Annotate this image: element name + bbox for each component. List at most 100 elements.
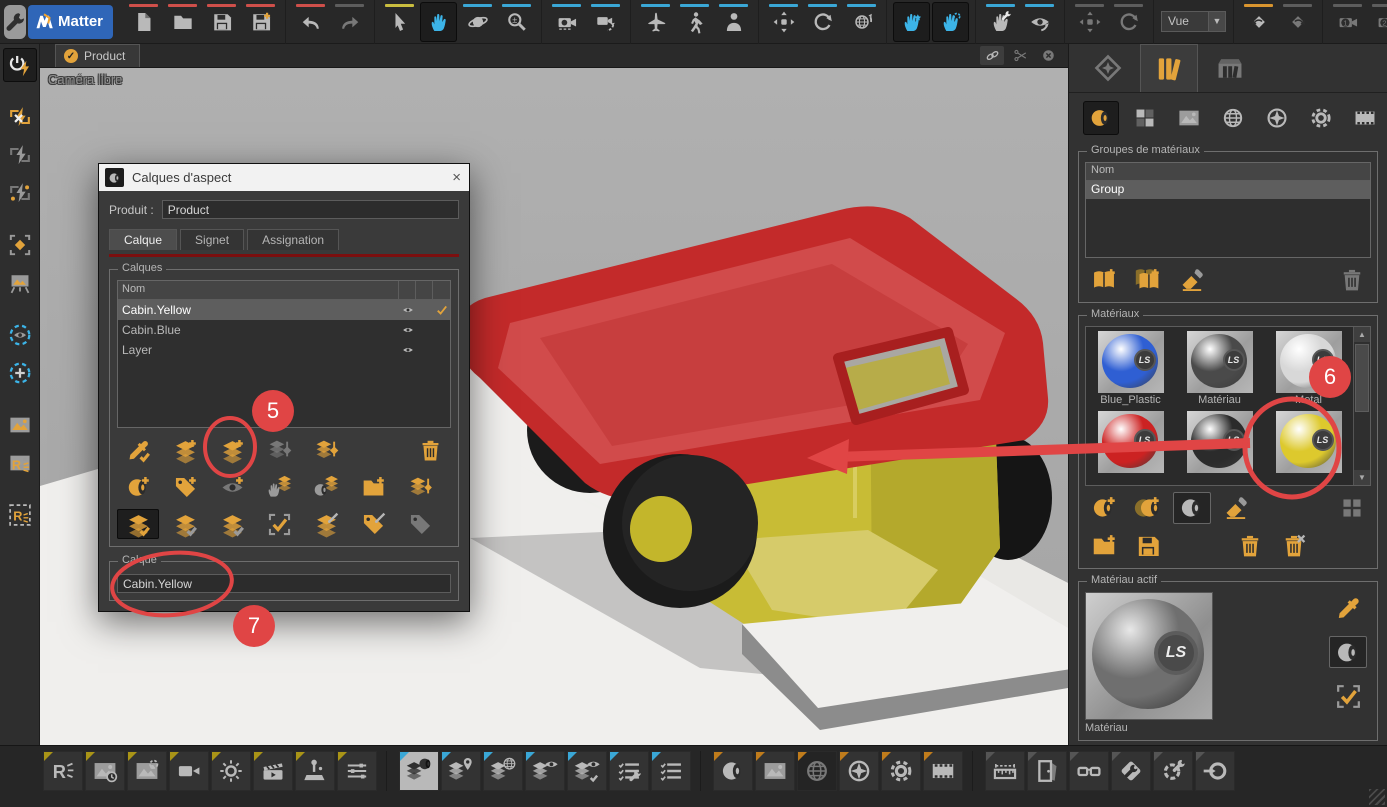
rotate-object-button[interactable] — [804, 2, 841, 42]
translate-object-button[interactable] — [765, 2, 802, 42]
apply-active-material-button[interactable] — [1329, 680, 1367, 712]
overlay-layers-button[interactable] — [567, 751, 607, 791]
layer-visibility-cell[interactable] — [399, 320, 416, 340]
scrollbar-thumb[interactable] — [1355, 344, 1369, 412]
layer-row[interactable]: Cabin.Yellow — [118, 300, 450, 320]
cat-advanced[interactable] — [1303, 101, 1339, 135]
settings-wrench-button[interactable] — [4, 5, 26, 39]
layer-folder-button[interactable] — [352, 472, 394, 502]
cat-materials[interactable] — [1083, 101, 1119, 135]
cat-compass[interactable] — [1259, 101, 1295, 135]
config-rules-button[interactable] — [609, 751, 649, 791]
orbit-tool-button[interactable] — [459, 2, 496, 42]
open-file-button[interactable] — [164, 2, 201, 42]
delete-group-button[interactable] — [1333, 264, 1371, 296]
render-region-button[interactable] — [3, 228, 37, 262]
translate-view-button[interactable] — [1071, 2, 1108, 42]
layer-to-config-button[interactable] — [399, 472, 441, 502]
new-file-button[interactable] — [125, 2, 162, 42]
rename-group-button[interactable] — [1173, 264, 1211, 296]
measure-button[interactable] — [985, 751, 1025, 791]
presentation-button[interactable] — [3, 266, 37, 300]
realtime-render-toggle[interactable] — [3, 48, 37, 82]
material-thumbnail[interactable]: LS — [1266, 411, 1351, 485]
assign-material-layer-button[interactable] — [305, 472, 347, 502]
cat-videos[interactable] — [1347, 101, 1383, 135]
input-devices-button[interactable] — [1195, 751, 1235, 791]
render-button[interactable]: R — [43, 751, 83, 791]
duplicate-material-button[interactable] — [1129, 492, 1167, 524]
cut-surfaces-button[interactable] — [1008, 46, 1032, 65]
extract-layer-button[interactable] — [258, 435, 300, 465]
close-tab-button[interactable] — [1036, 46, 1060, 65]
material-thumbnail[interactable]: LS — [1088, 411, 1173, 485]
camera-2-button[interactable]: 2 — [1368, 2, 1387, 42]
layers-table-header[interactable]: Nom — [118, 281, 450, 300]
grab-config-button[interactable] — [932, 2, 969, 42]
select-tool-button[interactable] — [381, 2, 418, 42]
new-material-layer-button[interactable] — [117, 472, 159, 502]
purge-materials-button[interactable] — [1275, 530, 1313, 562]
next-view-button[interactable] — [1279, 2, 1316, 42]
tag-button[interactable] — [399, 509, 441, 539]
resize-grip[interactable] — [1369, 789, 1385, 805]
scroll-up-icon[interactable]: ▲ — [1354, 327, 1370, 342]
undo-button[interactable] — [292, 2, 329, 42]
fly-mode-button[interactable] — [637, 2, 674, 42]
dialog-tab-assignation[interactable]: Assignation — [247, 229, 339, 250]
layer-visibility-cell[interactable] — [399, 300, 416, 320]
settings-sliders-button[interactable] — [337, 751, 377, 791]
dialog-tab-signet[interactable]: Signet — [180, 229, 244, 250]
delete-material-button[interactable] — [1231, 530, 1269, 562]
render-region-image-button[interactable]: R — [3, 498, 37, 532]
layer-row[interactable]: Layer — [118, 340, 450, 360]
partial-activation-button[interactable] — [258, 509, 300, 539]
save-as-button[interactable] — [242, 2, 279, 42]
activate-upper-layers-button[interactable] — [164, 509, 206, 539]
aspect-layers-button[interactable] — [399, 751, 439, 791]
rotate-view-button[interactable] — [1110, 2, 1147, 42]
videos-button[interactable] — [923, 751, 963, 791]
rename-material-button[interactable] — [1217, 492, 1255, 524]
dialog-tab-calque[interactable]: Calque — [109, 229, 177, 250]
duplicate-group-button[interactable] — [1129, 264, 1167, 296]
layer-row[interactable]: Cabin.Blue — [118, 320, 450, 340]
active-material-preview[interactable]: LS Matériau — [1085, 592, 1215, 734]
cat-textures[interactable] — [1127, 101, 1163, 135]
activate-lower-layers-button[interactable] — [211, 509, 253, 539]
assign-pick-layer-button[interactable] — [258, 472, 300, 502]
new-visibility-layer-button[interactable] — [211, 472, 253, 502]
layer-lock-cell[interactable] — [416, 300, 433, 320]
tab-configurations[interactable] — [1079, 44, 1137, 92]
layer-lock-cell[interactable] — [416, 320, 433, 340]
environment-button[interactable] — [797, 751, 837, 791]
video-capture-button[interactable] — [169, 751, 209, 791]
orbit-visibility-button[interactable] — [3, 318, 37, 352]
pan-tool-button[interactable] — [420, 2, 457, 42]
layer-visibility-cell[interactable] — [399, 340, 416, 360]
thumbnail-view-button[interactable] — [1333, 492, 1371, 524]
redo-button[interactable] — [331, 2, 368, 42]
snapshot-button[interactable] — [3, 408, 37, 442]
unlink-layers-button[interactable] — [305, 509, 347, 539]
advanced-settings-button[interactable] — [881, 751, 921, 791]
lighting-button[interactable] — [211, 751, 251, 791]
render-image-button[interactable]: R — [3, 446, 37, 480]
layer-active-cell[interactable] — [433, 300, 450, 320]
save-button[interactable] — [203, 2, 240, 42]
layer-active-cell[interactable] — [433, 340, 450, 360]
render-frame-button[interactable] — [3, 138, 37, 172]
previous-view-button[interactable] — [1240, 2, 1277, 42]
controller-button[interactable] — [295, 751, 335, 791]
material-groups-header[interactable]: Nom — [1086, 163, 1370, 181]
scroll-down-icon[interactable]: ▼ — [1354, 470, 1370, 485]
open-material-editor-button[interactable] — [1329, 636, 1367, 668]
materials-scrollbar[interactable]: ▲ ▼ — [1353, 327, 1370, 485]
avatar-mode-button[interactable] — [715, 2, 752, 42]
orbit-add-button[interactable] — [3, 356, 37, 390]
camera-orbit-button[interactable] — [587, 2, 624, 42]
link-surfaces-button[interactable] — [980, 46, 1004, 65]
view-dropdown[interactable]: Vue▼ — [1161, 11, 1226, 32]
dialog-close-icon[interactable]: × — [452, 169, 461, 186]
environment-layers-button[interactable] — [483, 751, 523, 791]
